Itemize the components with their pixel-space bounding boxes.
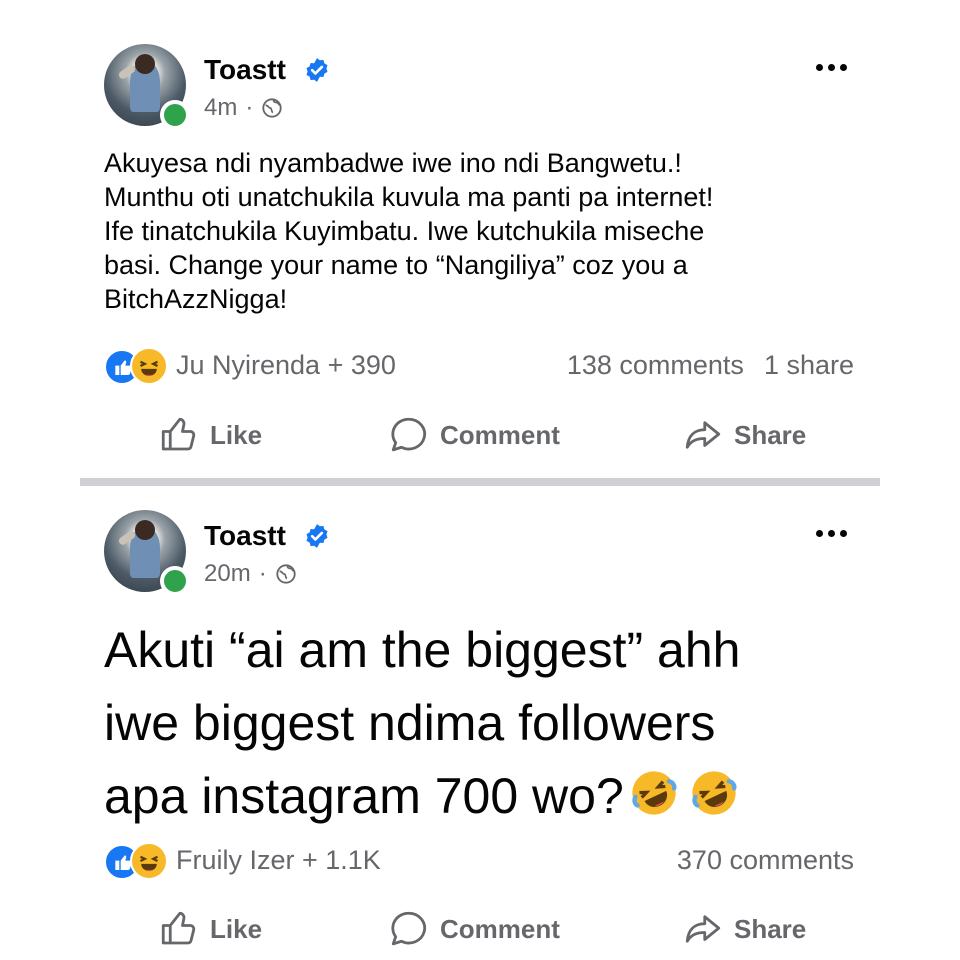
meta-separator: · — [258, 560, 267, 587]
post-meta: 4m · — [204, 94, 283, 122]
comment-label: Comment — [440, 419, 560, 450]
share-button[interactable]: Share — [682, 414, 806, 456]
post-text: Akuyesa ndi nyambadwe iwe ino ndi Bangwe… — [104, 146, 864, 316]
verified-badge-icon — [306, 58, 328, 82]
post-text-line: Ife tinatchukila Kuyimbatu. Iwe kutchuki… — [104, 216, 705, 246]
rofl-emoji-icon — [692, 771, 737, 815]
share-label: Share — [734, 913, 807, 944]
post-stats: 370 comments — [677, 845, 854, 876]
like-label: Like — [210, 419, 263, 450]
action-bar: Like Comment Share — [0, 908, 960, 958]
haha-icon — [130, 347, 168, 385]
share-icon — [685, 915, 721, 943]
timestamp[interactable]: 4m — [204, 94, 237, 122]
like-button[interactable]: Like — [158, 908, 262, 950]
comment-label: Comment — [440, 913, 560, 944]
more-options-button[interactable] — [816, 60, 856, 74]
reactions-label: Fruily Izer + 1.1K — [176, 844, 381, 875]
thumbs-up-icon — [161, 911, 196, 945]
share-label: Share — [734, 419, 807, 450]
online-status-dot — [160, 100, 190, 130]
comment-button[interactable]: Comment — [388, 414, 560, 456]
post-text: Akuti “ai am the biggest” ahh iwe bigges… — [104, 614, 904, 833]
post-text-line: Akuti “ai am the biggest” ahh — [104, 622, 741, 678]
author-name[interactable]: Toastt — [204, 520, 286, 552]
thumbs-up-icon — [161, 417, 196, 451]
comment-icon — [391, 911, 427, 946]
post-text-line: basi. Change your name to “Nangiliya” co… — [104, 250, 688, 280]
author-name[interactable]: Toastt — [204, 54, 286, 86]
like-button[interactable]: Like — [158, 414, 262, 456]
haha-icon — [130, 842, 168, 880]
post-stats: 138 comments 1 share — [567, 350, 854, 381]
shares-count[interactable]: 1 share — [764, 350, 854, 381]
post-text-line: BitchAzzNigga! — [104, 284, 288, 314]
post: Toastt 4m · Akuyesa ndi nyambadwe iwe in… — [0, 0, 960, 478]
post: Toastt 20m · Akuti “ai am the biggest” a… — [0, 490, 960, 960]
meta-separator: · — [245, 94, 254, 121]
share-icon — [685, 421, 721, 449]
post-text-line: iwe biggest ndima followers — [104, 695, 716, 751]
comment-icon — [391, 417, 427, 452]
reactions-label: Ju Nyirenda + 390 — [176, 349, 396, 380]
rofl-emoji-icon — [632, 771, 677, 815]
post-meta: 20m · — [204, 560, 297, 588]
post-divider — [80, 478, 880, 486]
timestamp[interactable]: 20m — [204, 560, 251, 588]
comments-count[interactable]: 370 comments — [677, 845, 854, 876]
globe-icon — [262, 98, 282, 118]
reactions-summary[interactable]: Ju Nyirenda + 390 — [104, 347, 396, 385]
share-button[interactable]: Share — [682, 908, 806, 950]
post-text-line: Akuyesa ndi nyambadwe iwe ino ndi Bangwe… — [104, 148, 682, 178]
online-status-dot — [160, 566, 190, 596]
comment-button[interactable]: Comment — [388, 908, 560, 950]
verified-badge-icon — [306, 524, 328, 548]
globe-icon — [276, 564, 296, 584]
post-text-line: apa instagram 700 wo? — [104, 760, 904, 833]
reactions-summary[interactable]: Fruily Izer + 1.1K — [104, 842, 381, 880]
action-bar: Like Comment Share — [0, 414, 960, 464]
more-options-button[interactable] — [816, 526, 856, 540]
post-text-line: Munthu oti unatchukila kuvula ma panti p… — [104, 182, 714, 212]
like-label: Like — [210, 913, 263, 944]
comments-count[interactable]: 138 comments — [567, 350, 744, 381]
